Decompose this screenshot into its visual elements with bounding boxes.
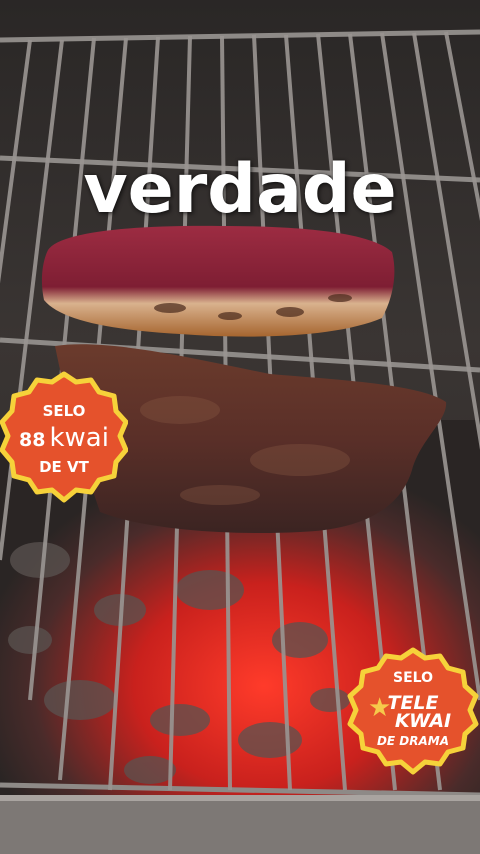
kwai-wordmark: kwai [49, 423, 109, 453]
kwai-wordmark: KWAI [394, 710, 452, 732]
kwai-vt-seal-badge: SELO 88 kwai DE VT [0, 368, 128, 508]
telekwai-drama-seal-badge: SELO ★ TELE KWAI DE DRAMA [346, 646, 480, 776]
seal-label-top: SELO [393, 670, 433, 686]
video-frame: verdade SELO 88 kwai DE VT SELO ★ TELE KW… [0, 0, 480, 854]
steak-upper [41, 225, 395, 337]
seal-label-bottom: DE VT [39, 458, 89, 476]
kwai-logo: 88 kwai [0, 423, 128, 453]
grill-front-edge [0, 795, 480, 854]
kwai-logo-icon: 88 [19, 429, 46, 451]
seal-label-bottom: DE DRAMA [376, 734, 450, 748]
caption-text: verdade [83, 150, 397, 229]
seal-label-top: SELO [42, 402, 86, 420]
